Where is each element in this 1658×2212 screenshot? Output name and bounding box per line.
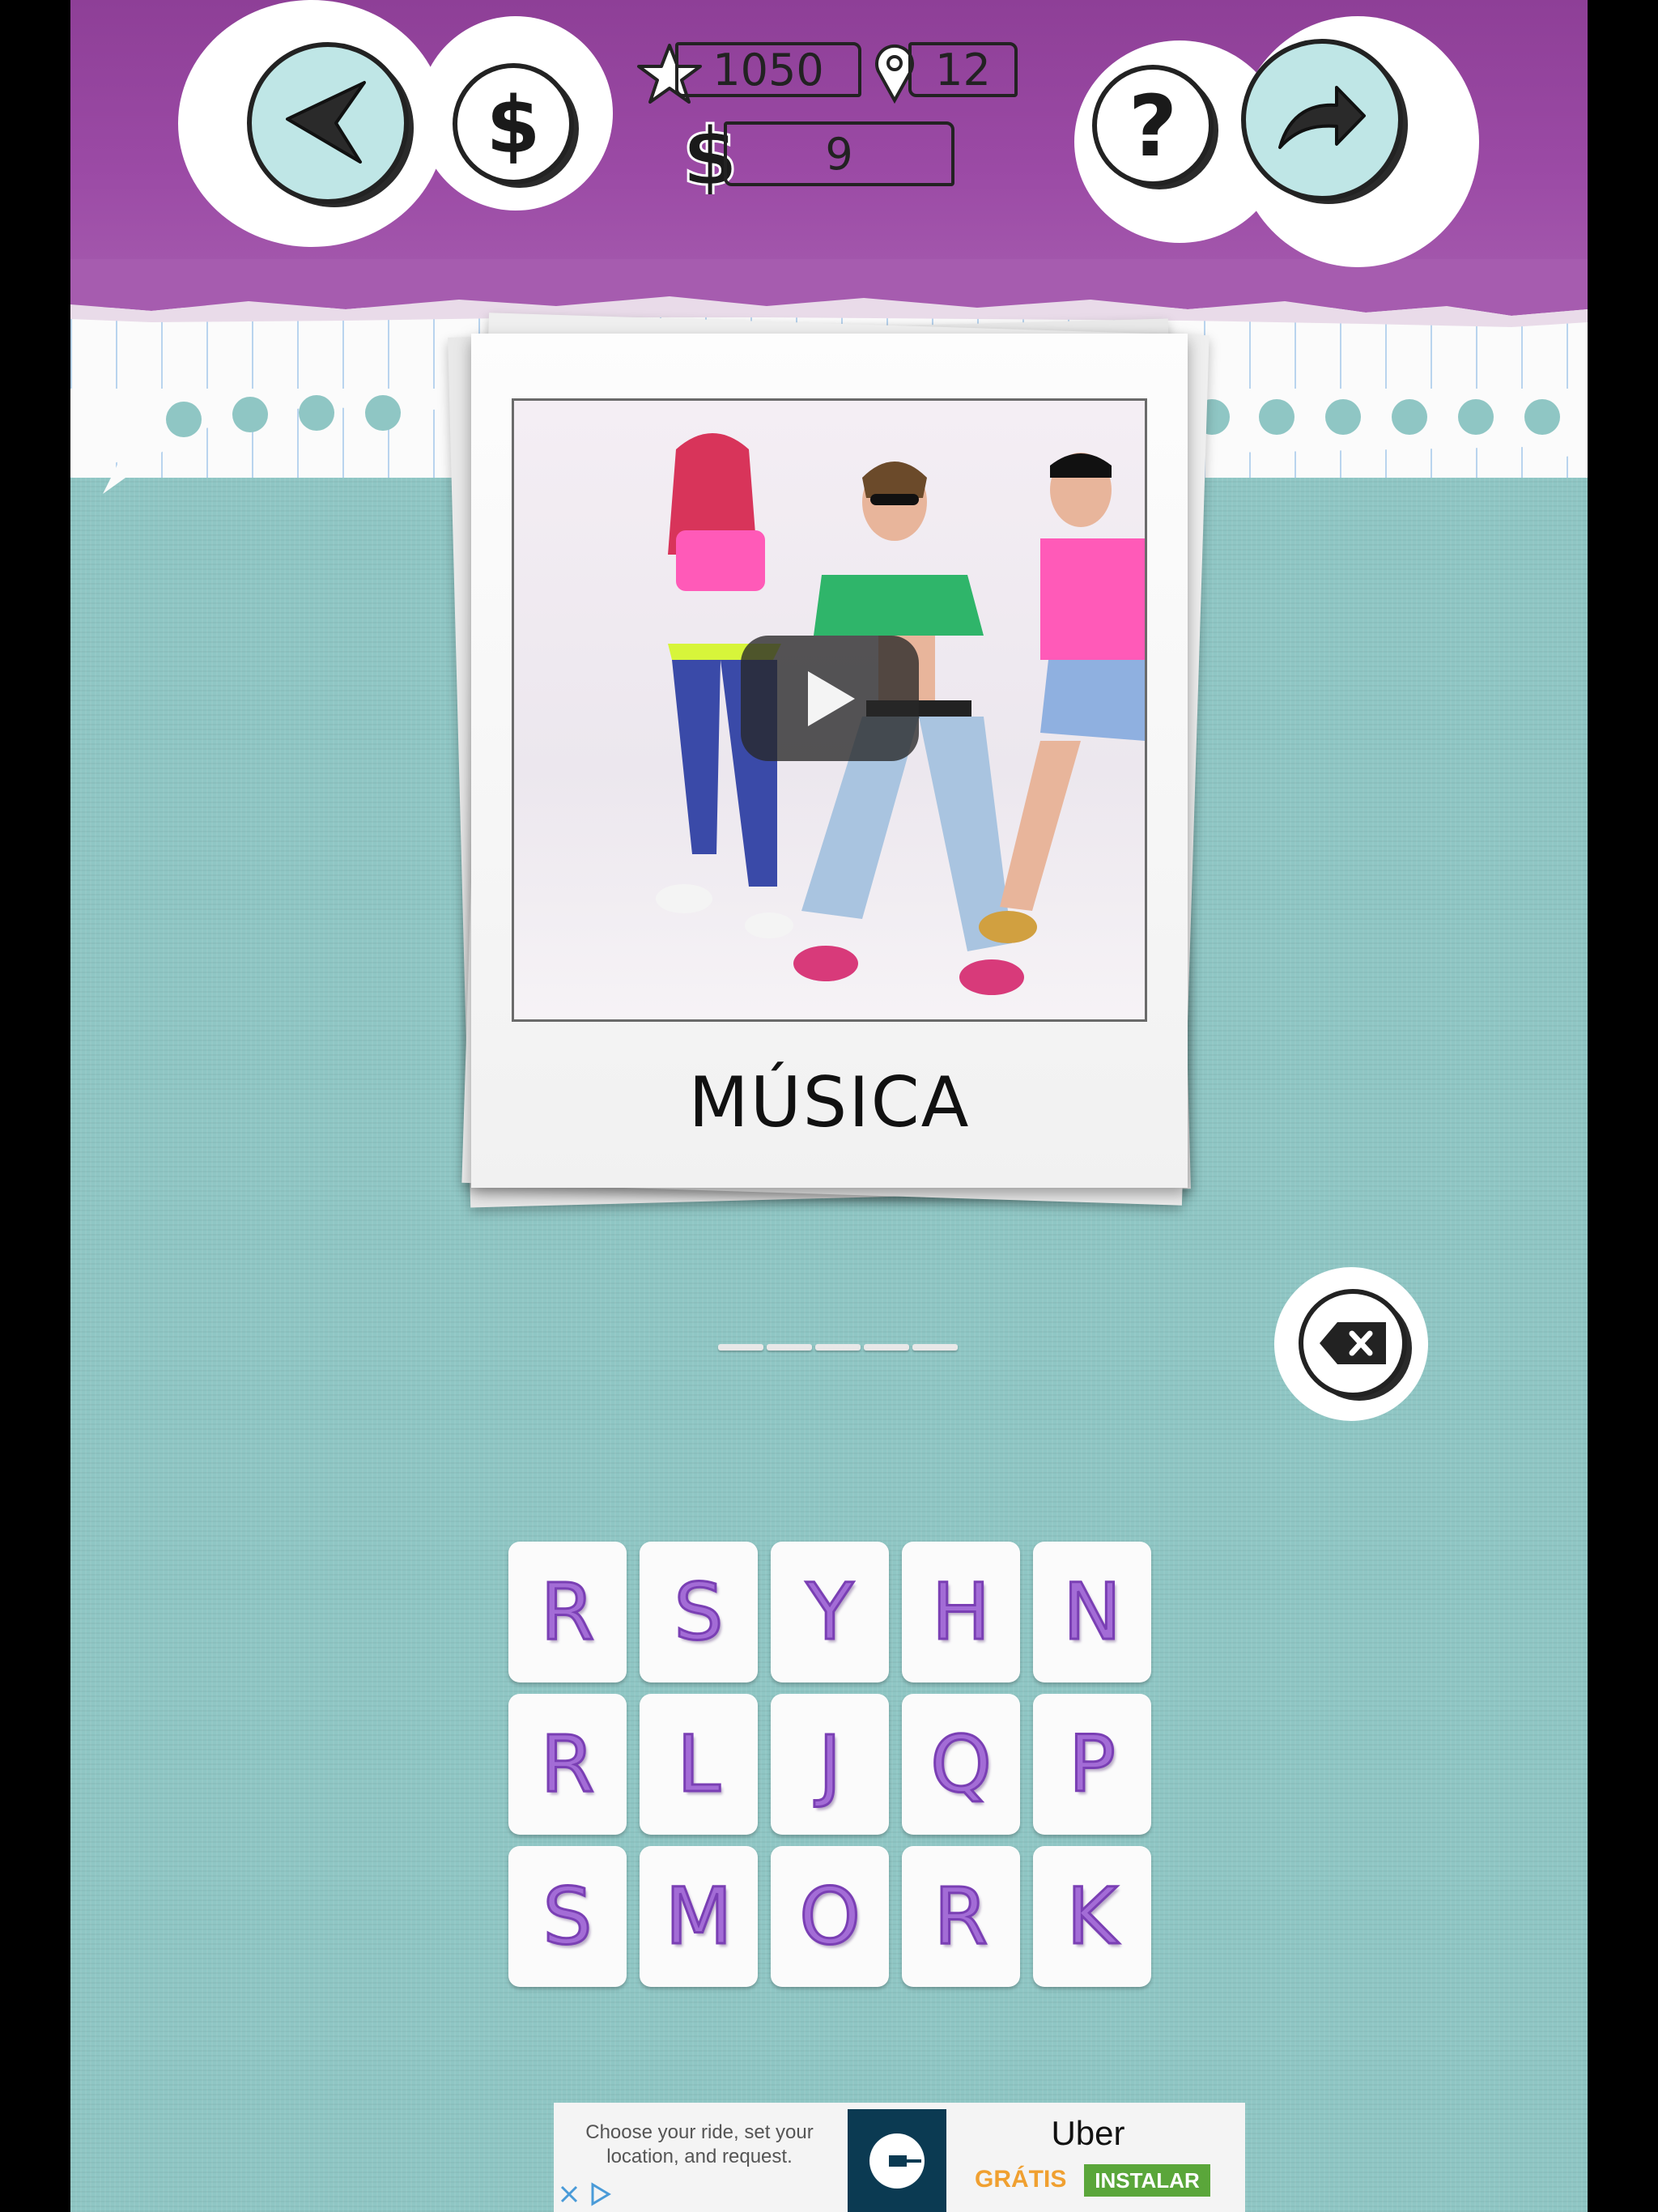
letter-tile[interactable]: M	[640, 1846, 758, 1987]
answer-slot[interactable]	[912, 1344, 958, 1351]
ad-choices[interactable]	[555, 2180, 614, 2208]
hint-button[interactable]: ?	[1092, 65, 1214, 186]
skip-button[interactable]	[1241, 39, 1403, 201]
svg-text:?: ?	[1129, 81, 1177, 170]
game-screen: $ 1050 12 $ 9 ? MÚSICA R S Y H N R L J Q…	[70, 0, 1588, 2212]
dollar-icon: $	[487, 83, 541, 164]
back-arrow-icon	[286, 81, 366, 164]
puzzle-video-thumbnail[interactable]	[512, 398, 1147, 1022]
letter-tile[interactable]: S	[508, 1846, 627, 1987]
letter-tile[interactable]: P	[1033, 1694, 1151, 1835]
puzzle-card: MÚSICA	[471, 334, 1188, 1188]
svg-text:$: $	[487, 83, 541, 164]
answer-slot[interactable]	[718, 1344, 763, 1351]
backspace-icon	[1320, 1322, 1386, 1364]
letter-tiles-grid: R S Y H N R L J Q P S M O R K	[508, 1542, 1164, 1987]
ad-install-button[interactable]: INSTALAR	[1084, 2164, 1210, 2197]
close-ad-icon[interactable]	[555, 2180, 583, 2208]
answer-slot[interactable]	[815, 1344, 861, 1351]
uber-logo	[848, 2109, 946, 2212]
letter-tile[interactable]: K	[1033, 1846, 1151, 1987]
category-label: MÚSICA	[688, 1062, 971, 1143]
uber-logo-icon	[869, 2133, 925, 2189]
ad-banner[interactable]: Choose your ride, set your location, and…	[554, 2103, 1245, 2212]
play-icon	[808, 670, 855, 726]
answer-slot[interactable]	[864, 1344, 909, 1351]
ad-choices-icon[interactable]	[586, 2180, 614, 2208]
question-icon: ?	[1129, 81, 1177, 170]
letter-tile[interactable]: H	[902, 1542, 1020, 1682]
letter-tile[interactable]: O	[771, 1846, 889, 1987]
ad-description: Choose your ride, set your location, and…	[585, 2121, 814, 2167]
letter-tile[interactable]: Q	[902, 1694, 1020, 1835]
letter-tile[interactable]: S	[640, 1542, 758, 1682]
ad-brand-name: Uber	[1051, 2114, 1125, 2152]
forward-arrow-icon	[1278, 86, 1366, 149]
letter-tile[interactable]: J	[771, 1694, 889, 1835]
letter-tile[interactable]: R	[508, 1542, 627, 1682]
letter-tile[interactable]: R	[902, 1846, 1020, 1987]
play-video-button[interactable]	[741, 636, 919, 761]
letter-tile[interactable]: R	[508, 1694, 627, 1835]
ad-free-label: GRÁTIS	[975, 2166, 1067, 2193]
coins-counter: 9	[724, 121, 954, 186]
letter-tile[interactable]: Y	[771, 1542, 889, 1682]
header-torn-edge	[70, 259, 1588, 327]
shop-button[interactable]: $	[453, 63, 574, 185]
letter-tile[interactable]: L	[640, 1694, 758, 1835]
level-counter: 12	[908, 42, 1018, 97]
back-button[interactable]	[247, 42, 409, 204]
delete-letter-button[interactable]	[1299, 1289, 1407, 1397]
answer-slots[interactable]	[718, 1344, 958, 1351]
stars-counter: 1050	[675, 42, 861, 97]
letter-tile[interactable]: N	[1033, 1542, 1151, 1682]
answer-slot[interactable]	[767, 1344, 812, 1351]
